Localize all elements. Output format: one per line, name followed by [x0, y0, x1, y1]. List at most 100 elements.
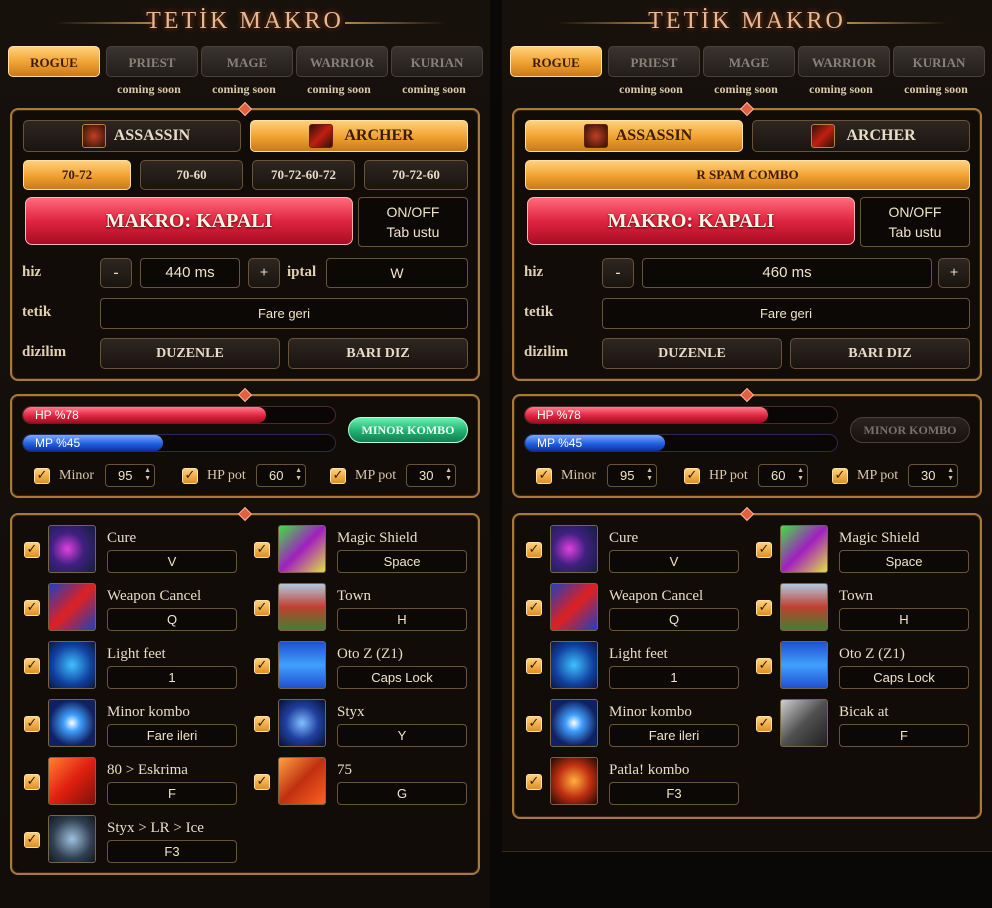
skill-key-field[interactable]: Caps Lock [337, 666, 467, 689]
skill-checkbox[interactable]: ✓ [526, 600, 542, 616]
tab-warrior[interactable]: WARRIOR [798, 46, 890, 77]
speed-increase-button[interactable]: + [248, 258, 280, 288]
makro-toggle-button[interactable]: MAKRO: KAPALI [527, 197, 855, 245]
minor-kombo-button[interactable]: MINOR KOMBO [348, 417, 468, 443]
skill-checkbox[interactable]: ✓ [24, 658, 40, 674]
archer-button[interactable]: ARCHER [752, 120, 970, 152]
combo-70-72-60-72-button[interactable]: 70-72-60-72 [252, 160, 355, 190]
skill-checkbox[interactable]: ✓ [254, 600, 270, 616]
skill-key-field[interactable]: V [107, 550, 237, 573]
mp-pot-checkbox[interactable]: ✓ [330, 468, 346, 484]
mp-bar: MP %45 [22, 434, 336, 452]
skill-key-field[interactable]: Space [839, 550, 969, 573]
hp-pot-checkbox[interactable]: ✓ [684, 468, 700, 484]
hp-pot-checkbox[interactable]: ✓ [182, 468, 198, 484]
skill-checkbox[interactable]: ✓ [24, 716, 40, 732]
tab-priest[interactable]: PRIEST [608, 46, 700, 77]
makro-toggle-button[interactable]: MAKRO: KAPALI [25, 197, 353, 245]
skill-key-field[interactable]: G [337, 782, 467, 805]
skill-checkbox[interactable]: ✓ [254, 542, 270, 558]
minor-kombo-button[interactable]: MINOR KOMBO [850, 417, 970, 443]
tetik-key-field[interactable]: Fare geri [602, 298, 970, 329]
bari-diz-button[interactable]: BARI DIZ [288, 338, 468, 369]
iptal-key-field[interactable]: W [326, 258, 468, 288]
skill-checkbox[interactable]: ✓ [756, 542, 772, 558]
hp-pot-stepper[interactable]: 60 ▲ ▼ [256, 464, 306, 487]
skill-key-field[interactable]: Fare ileri [609, 724, 739, 747]
onoff-line: ON/OFF [386, 204, 440, 220]
stepper-arrows-icon[interactable]: ▲ ▼ [947, 467, 954, 483]
skill-key-field[interactable]: Caps Lock [839, 666, 969, 689]
skill-checkbox[interactable]: ✓ [526, 774, 542, 790]
minor-checkbox[interactable]: ✓ [34, 468, 50, 484]
skill-key-field[interactable]: Fare ileri [107, 724, 237, 747]
assassin-button[interactable]: ASSASSIN [23, 120, 241, 152]
mp-pot-checkbox[interactable]: ✓ [832, 468, 848, 484]
tab-mage[interactable]: MAGE [201, 46, 293, 77]
speed-decrease-button[interactable]: - [100, 258, 132, 288]
stepper-arrows-icon[interactable]: ▲ ▼ [646, 467, 653, 483]
light-feet-icon [550, 641, 598, 689]
skill-checkbox[interactable]: ✓ [254, 774, 270, 790]
skill-key-field[interactable]: 1 [609, 666, 739, 689]
tab-kurian[interactable]: KURIAN [391, 46, 483, 77]
duzenle-button[interactable]: DUZENLE [100, 338, 280, 369]
combo-70-72-60-button[interactable]: 70-72-60 [364, 160, 468, 190]
skill-key-field[interactable]: F [839, 724, 969, 747]
skill-checkbox[interactable]: ✓ [24, 542, 40, 558]
skill-key-field[interactable]: F [107, 782, 237, 805]
skill-key-field[interactable]: Space [337, 550, 467, 573]
skill-key-field[interactable]: Q [609, 608, 739, 631]
r-spam-combo-button[interactable]: R SPAM COMBO [525, 160, 970, 190]
skill-key-field[interactable]: 1 [107, 666, 237, 689]
stepper-arrows-icon[interactable]: ▲ ▼ [797, 467, 804, 483]
speed-field[interactable]: 460 ms [642, 258, 932, 288]
skill-checkbox[interactable]: ✓ [24, 600, 40, 616]
speed-field[interactable]: 440 ms [140, 258, 240, 288]
skill-checkbox[interactable]: ✓ [756, 600, 772, 616]
tab-kurian[interactable]: KURIAN [893, 46, 985, 77]
tab-priest[interactable]: PRIEST [106, 46, 198, 77]
speed-increase-button[interactable]: + [938, 258, 970, 288]
combo-70-72-button[interactable]: 70-72 [23, 160, 131, 190]
minor-stepper[interactable]: 95 ▲ ▼ [105, 464, 155, 487]
tab-mage[interactable]: MAGE [703, 46, 795, 77]
duzenle-button[interactable]: DUZENLE [602, 338, 782, 369]
tab-ustu-line: Tab ustu [888, 224, 942, 240]
archer-button[interactable]: ARCHER [250, 120, 468, 152]
skill-checkbox[interactable]: ✓ [756, 716, 772, 732]
skill-key-field[interactable]: H [337, 608, 467, 631]
skill-checkbox[interactable]: ✓ [526, 542, 542, 558]
combo-70-60-button[interactable]: 70-60 [140, 160, 243, 190]
skill-key-field[interactable]: V [609, 550, 739, 573]
tetik-key-field[interactable]: Fare geri [100, 298, 468, 329]
tab-rogue[interactable]: ROGUE [510, 46, 602, 77]
mp-pot-stepper[interactable]: 30 ▲ ▼ [406, 464, 456, 487]
hp-pot-stepper[interactable]: 60 ▲ ▼ [758, 464, 808, 487]
tab-warrior[interactable]: WARRIOR [296, 46, 388, 77]
skill-checkbox[interactable]: ✓ [526, 658, 542, 674]
speed-decrease-button[interactable]: - [602, 258, 634, 288]
skill-key-field[interactable]: F3 [609, 782, 739, 805]
minor-checkbox[interactable]: ✓ [536, 468, 552, 484]
bari-diz-button[interactable]: BARI DIZ [790, 338, 970, 369]
skill-key-field[interactable]: Q [107, 608, 237, 631]
mp-pot-stepper[interactable]: 30 ▲ ▼ [908, 464, 958, 487]
tab-ustu-line: Tab ustu [386, 224, 440, 240]
tab-rogue[interactable]: ROGUE [8, 46, 100, 77]
stepper-arrows-icon[interactable]: ▲ ▼ [445, 467, 452, 483]
stepper-arrows-icon[interactable]: ▲ ▼ [295, 467, 302, 483]
skill-key-field[interactable]: Y [337, 724, 467, 747]
coming-soon-label: coming soon [714, 82, 778, 96]
skill-checkbox[interactable]: ✓ [24, 774, 40, 790]
skill-key-field[interactable]: H [839, 608, 969, 631]
skill-checkbox[interactable]: ✓ [254, 716, 270, 732]
skill-checkbox[interactable]: ✓ [24, 832, 40, 848]
minor-stepper[interactable]: 95 ▲ ▼ [607, 464, 657, 487]
skill-checkbox[interactable]: ✓ [526, 716, 542, 732]
skill-key-field[interactable]: F3 [107, 840, 237, 863]
stepper-arrows-icon[interactable]: ▲ ▼ [144, 467, 151, 483]
skill-checkbox[interactable]: ✓ [254, 658, 270, 674]
skill-checkbox[interactable]: ✓ [756, 658, 772, 674]
assassin-button[interactable]: ASSASSIN [525, 120, 743, 152]
